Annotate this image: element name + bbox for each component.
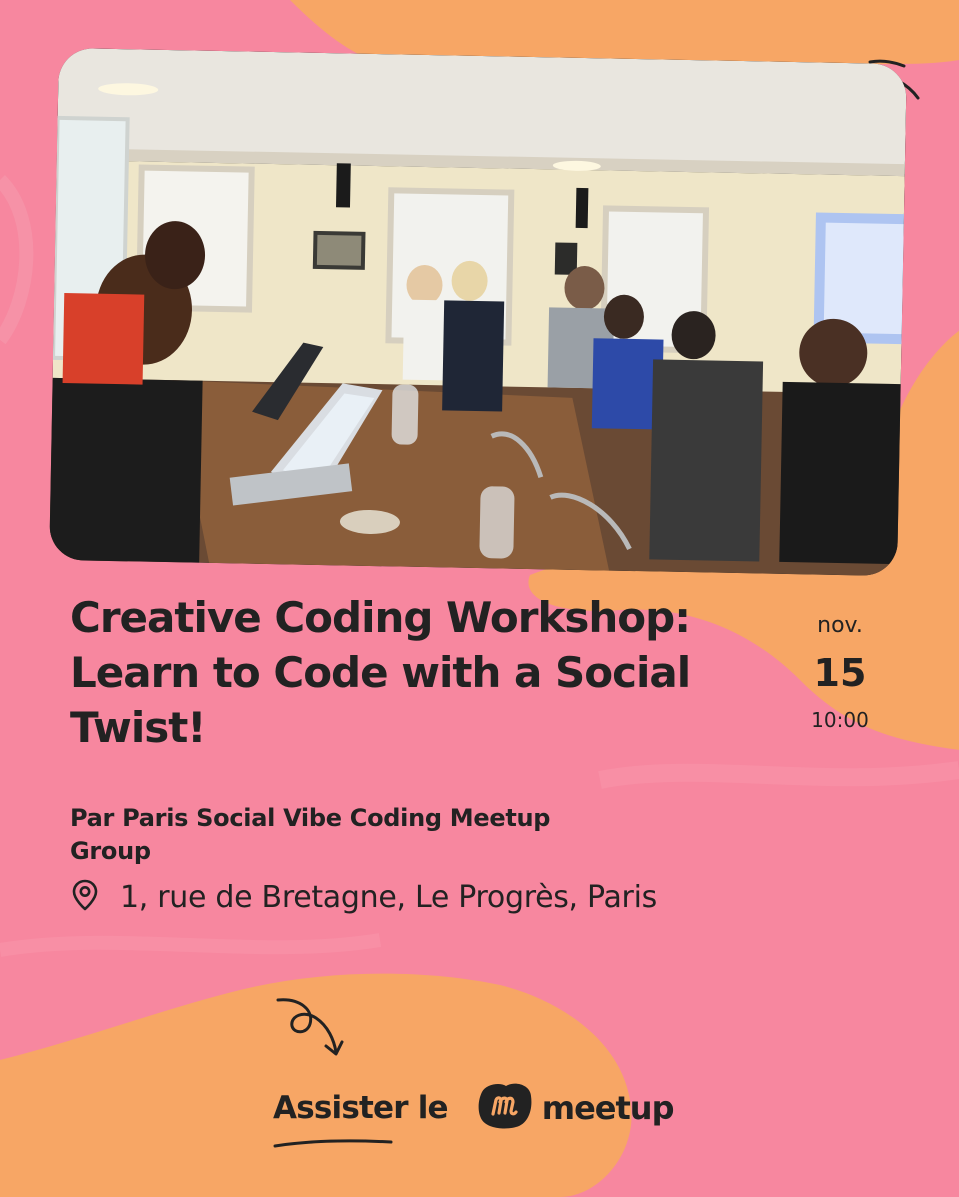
meetup-logo[interactable]: meetup: [476, 1080, 674, 1135]
attend-link[interactable]: Assister le: [273, 1090, 449, 1126]
date-time: 10:00: [811, 708, 869, 732]
cta-underline: [273, 1138, 393, 1147]
event-date: nov. 15 10:00: [790, 608, 890, 738]
meetup-wordmark: meetup: [541, 1088, 675, 1127]
event-location: 1, rue de Bretagne, Le Progrès, Paris: [70, 878, 657, 917]
attend-cta[interactable]: Assister le meetup: [273, 1080, 674, 1147]
map-pin-icon: [70, 878, 100, 917]
event-organizer: Par Paris Social Vibe Coding Meetup Grou…: [70, 804, 551, 865]
date-day: 15: [813, 651, 867, 695]
date-month: nov.: [817, 613, 863, 638]
curly-arrow-icon: [276, 998, 344, 1056]
event-title: Creative Coding Workshop: Learn to Code …: [70, 593, 691, 752]
location-text: 1, rue de Bretagne, Le Progrès, Paris: [120, 880, 657, 915]
meetup-m-icon: [476, 1080, 534, 1135]
workshop-photo: [49, 47, 907, 577]
